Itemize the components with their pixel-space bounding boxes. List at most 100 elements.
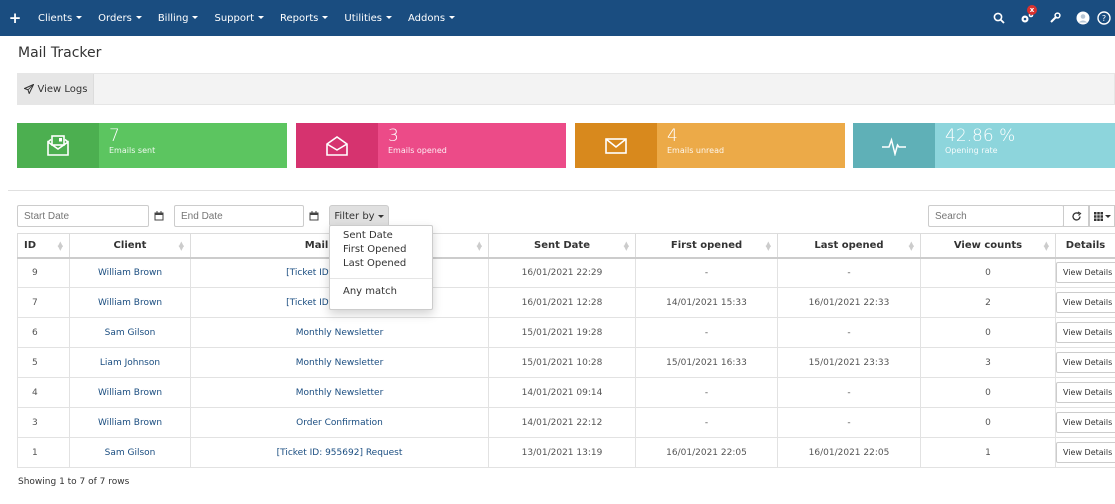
paper-plane-icon xyxy=(23,84,34,94)
cell-client-link[interactable]: Sam Gilson xyxy=(69,317,191,348)
cell-last-opened: - xyxy=(777,377,921,408)
cell-first-opened: - xyxy=(635,377,778,408)
table-row: 7 William Brown [Ticket ID: 476324] Can … xyxy=(17,287,1115,318)
envelope-open-icon xyxy=(296,123,378,168)
column-header-last-opened[interactable]: Last opened ▲ ▼ xyxy=(777,233,921,259)
cell-first-opened: - xyxy=(635,407,778,438)
cell-id: 6 xyxy=(17,317,70,348)
cell-client-link[interactable]: William Brown xyxy=(69,407,191,438)
cell-last-opened: - xyxy=(777,257,921,288)
filter-option-last-opened[interactable]: Last Opened xyxy=(330,257,432,271)
column-header-id[interactable]: ID ▲ ▼ xyxy=(17,233,70,259)
cell-last-opened: 16/01/2021 22:05 xyxy=(777,437,921,468)
stat-value: 42.86 % xyxy=(945,126,1016,146)
stat-label: Opening rate xyxy=(945,146,998,155)
view-details-button[interactable]: View Details xyxy=(1056,382,1115,403)
view-details-button[interactable]: View Details xyxy=(1056,322,1115,343)
stat-card-emails-unread: 4 Emails unread xyxy=(575,123,845,168)
envelope-sent-icon xyxy=(17,123,99,168)
cell-view-counts: 2 xyxy=(920,287,1056,318)
table-row: 4 William Brown Monthly Newsletter 14/01… xyxy=(17,377,1115,408)
filter-option-any-match[interactable]: Any match xyxy=(330,285,432,299)
refresh-button[interactable] xyxy=(1063,205,1089,227)
stat-card-emails-sent: 7 Emails sent xyxy=(17,123,287,168)
search-input[interactable] xyxy=(928,205,1064,227)
chevron-down-icon xyxy=(1104,214,1111,218)
cell-id: 9 xyxy=(17,257,70,288)
cell-id: 1 xyxy=(17,437,70,468)
plus-icon[interactable]: + xyxy=(0,9,30,27)
cell-client-link[interactable]: Sam Gilson xyxy=(69,437,191,468)
table-row: 3 William Brown Order Confirmation 14/01… xyxy=(17,407,1115,438)
cell-id: 3 xyxy=(17,407,70,438)
stat-value: 4 xyxy=(667,126,678,146)
filter-option-sent-date[interactable]: Sent Date xyxy=(330,229,432,243)
column-header-client[interactable]: Client ▲ ▼ xyxy=(69,233,191,259)
cell-client-link[interactable]: William Brown xyxy=(69,257,191,288)
cell-client-link[interactable]: Liam Johnson xyxy=(69,347,191,378)
wrench-icon[interactable] xyxy=(1041,12,1069,24)
filter-by-dropdown: Sent Date First Opened Last Opened Any m… xyxy=(329,225,433,310)
notification-badge: x xyxy=(1027,5,1037,15)
cell-first-opened: 16/01/2021 22:05 xyxy=(635,437,778,468)
menu-billing[interactable]: Billing xyxy=(150,13,207,24)
cell-sent-date: 13/01/2021 13:19 xyxy=(488,437,636,468)
calendar-icon[interactable] xyxy=(304,205,324,227)
user-avatar-icon[interactable] xyxy=(1069,11,1097,25)
cell-subject-link[interactable]: [Ticket ID: 955692] Request xyxy=(190,437,489,468)
calendar-icon[interactable] xyxy=(149,205,169,227)
cell-subject-link[interactable]: Monthly Newsletter xyxy=(190,317,489,348)
cell-sent-date: 16/01/2021 12:28 xyxy=(488,287,636,318)
cell-view-counts: 0 xyxy=(920,407,1056,438)
start-date-input[interactable] xyxy=(17,205,149,227)
menu-utilities[interactable]: Utilities xyxy=(336,13,400,24)
view-details-button[interactable]: View Details xyxy=(1056,412,1115,433)
menu-addons[interactable]: Addons xyxy=(400,13,463,24)
view-details-button[interactable]: View Details xyxy=(1056,292,1115,313)
navbar-right: x ? xyxy=(985,0,1115,36)
cell-id: 4 xyxy=(17,377,70,408)
cell-client-link[interactable]: William Brown xyxy=(69,377,191,408)
cell-subject-link[interactable]: Monthly Newsletter xyxy=(190,377,489,408)
column-header-sent-date[interactable]: Sent Date ▲ ▼ xyxy=(488,233,636,259)
search-icon[interactable] xyxy=(985,12,1013,24)
view-logs-label: View Logs xyxy=(37,83,88,95)
menu-reports[interactable]: Reports xyxy=(272,13,336,24)
menu-orders[interactable]: Orders xyxy=(90,13,150,24)
view-details-button[interactable]: View Details xyxy=(1056,352,1115,373)
columns-toggle-button[interactable] xyxy=(1089,205,1115,227)
cell-id: 7 xyxy=(17,287,70,318)
cell-subject-link[interactable]: Monthly Newsletter xyxy=(190,347,489,378)
menu-clients[interactable]: Clients xyxy=(30,13,90,24)
end-date-input[interactable] xyxy=(174,205,304,227)
column-header-view-counts[interactable]: View counts ▲ ▼ xyxy=(920,233,1056,259)
table-row: 6 Sam Gilson Monthly Newsletter 15/01/20… xyxy=(17,317,1115,348)
stat-card-opening-rate: 42.86 % Opening rate xyxy=(853,123,1115,168)
filter-by-button[interactable]: Filter by xyxy=(329,205,389,227)
gears-icon[interactable]: x xyxy=(1013,5,1041,25)
cell-sent-date: 15/01/2021 19:28 xyxy=(488,317,636,348)
column-header-first-opened[interactable]: First opened ▲ ▼ xyxy=(635,233,778,259)
main-menu: Clients Orders Billing Support Reports U… xyxy=(30,13,463,24)
cell-last-opened: 16/01/2021 22:33 xyxy=(777,287,921,318)
help-icon[interactable]: ? xyxy=(1097,11,1115,25)
stat-label: Emails opened xyxy=(388,146,447,155)
table-row: 9 William Brown [Ticket ID: 476324] Can … xyxy=(17,257,1115,288)
stat-label: Emails unread xyxy=(667,146,725,155)
view-details-button[interactable]: View Details xyxy=(1056,262,1115,284)
menu-support[interactable]: Support xyxy=(206,13,272,24)
cell-last-opened: - xyxy=(777,407,921,438)
mail-table: ID▲▼ Client▲▼ Mail Subject▲▼ Sent Date▲▼… xyxy=(17,233,1115,468)
divider xyxy=(8,190,1115,191)
cell-client-link[interactable]: William Brown xyxy=(69,287,191,318)
view-details-button[interactable]: View Details xyxy=(1056,442,1115,463)
cell-view-counts: 3 xyxy=(920,347,1056,378)
top-navbar: + Clients Orders Billing Support Reports… xyxy=(0,0,1115,36)
cell-first-opened: 14/01/2021 15:33 xyxy=(635,287,778,318)
view-logs-button[interactable]: View Logs xyxy=(18,74,94,104)
cell-subject-link[interactable]: Order Confirmation xyxy=(190,407,489,438)
cell-sent-date: 16/01/2021 22:29 xyxy=(488,257,636,288)
filter-by-label: Filter by xyxy=(334,210,375,222)
filter-option-first-opened[interactable]: First Opened xyxy=(330,243,432,257)
pagination-info: Showing 1 to 7 of 7 rows xyxy=(18,477,130,487)
